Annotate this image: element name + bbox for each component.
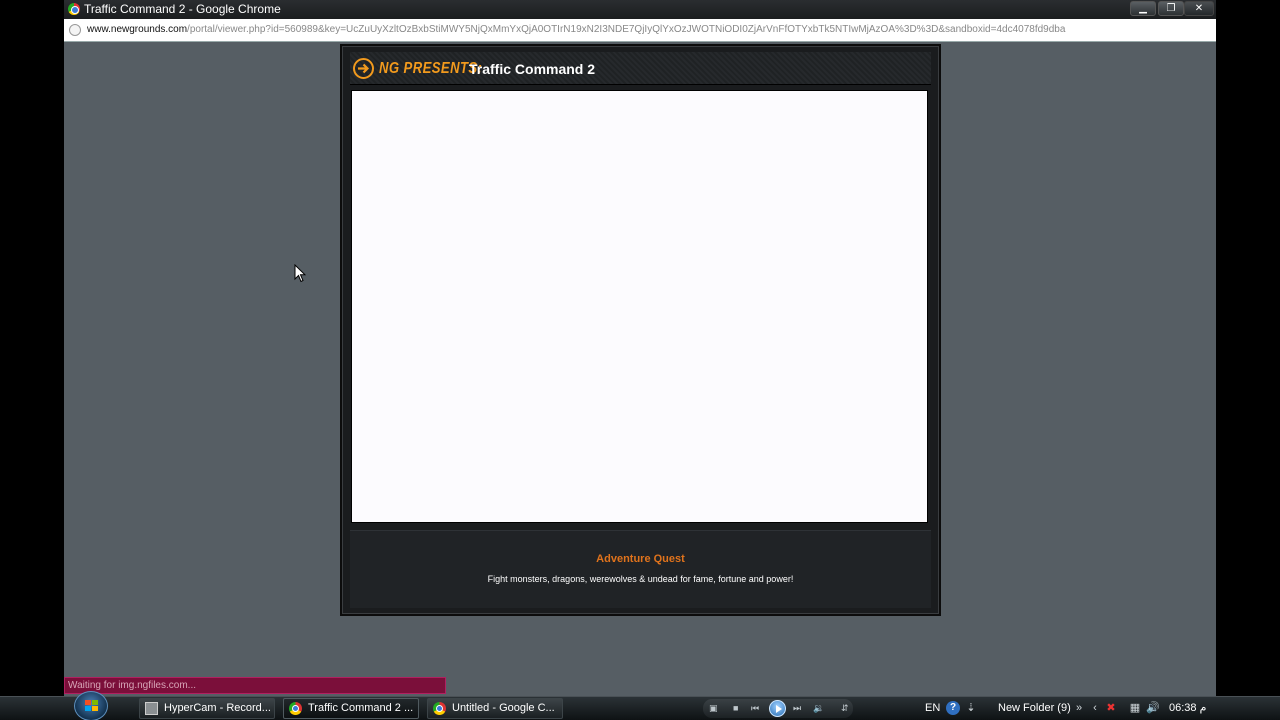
game-title: Traffic Command 2 bbox=[469, 61, 596, 77]
url-field[interactable]: www.newgrounds.com/portal/viewer.php?id=… bbox=[87, 24, 1207, 36]
network-icon[interactable]: ▦ bbox=[1128, 701, 1142, 715]
taskbar-item-label: Traffic Command 2 ... bbox=[308, 702, 414, 714]
new-folder-toolbar[interactable]: New Folder (9) bbox=[998, 701, 1071, 715]
taskbar-item-label: HyperCam - Record... bbox=[164, 702, 271, 714]
status-bar: Waiting for img.ngfiles.com... bbox=[64, 677, 446, 694]
stop-icon[interactable]: ■ bbox=[733, 703, 738, 714]
screen: Traffic Command 2 - Google Chrome ▁ ❐ ✕ … bbox=[0, 0, 1280, 720]
windows-logo-icon bbox=[85, 700, 98, 712]
next-icon[interactable]: ⏭ bbox=[793, 703, 801, 714]
start-button[interactable] bbox=[74, 691, 108, 720]
restore-icon[interactable]: ▣ bbox=[709, 703, 718, 714]
title-bar[interactable]: Traffic Command 2 - Google Chrome ▁ ❐ ✕ bbox=[64, 0, 1216, 19]
clock[interactable]: 06:38 م bbox=[1169, 701, 1206, 715]
chevron-left-icon[interactable]: ‹ bbox=[1088, 701, 1102, 715]
taskbar-item-hypercam[interactable]: HyperCam - Record... bbox=[139, 698, 275, 719]
previous-icon[interactable]: ⏮ bbox=[751, 703, 759, 714]
chrome-icon bbox=[68, 3, 80, 15]
speaker-icon[interactable]: 🔊 bbox=[1146, 701, 1160, 715]
options-icon[interactable]: ⇣ bbox=[964, 701, 978, 715]
ng-presents-label: NG PRESENTS: bbox=[379, 60, 483, 77]
promo-description: Fight monsters, dragons, werewolves & un… bbox=[487, 574, 794, 584]
address-bar[interactable]: www.newgrounds.com/portal/viewer.php?id=… bbox=[64, 19, 1216, 42]
window-title: Traffic Command 2 - Google Chrome bbox=[84, 2, 281, 16]
url-path: /portal/viewer.php?id=560989&key=UcZuUyX… bbox=[187, 24, 1066, 35]
game-canvas[interactable] bbox=[351, 90, 928, 523]
taskbar-item-traffic-command[interactable]: Traffic Command 2 ... bbox=[283, 698, 419, 719]
play-icon[interactable] bbox=[769, 700, 786, 717]
page-icon bbox=[69, 24, 81, 36]
taskbar-item-untitled[interactable]: Untitled - Google C... bbox=[427, 698, 563, 719]
close-button[interactable]: ✕ bbox=[1184, 1, 1214, 16]
maximize-button[interactable]: ❐ bbox=[1158, 1, 1184, 16]
volume-icon[interactable]: 🔉 bbox=[813, 703, 824, 714]
mouse-cursor-icon bbox=[294, 264, 306, 283]
taskbar: HyperCam - Record... Traffic Command 2 .… bbox=[0, 691, 1280, 720]
chrome-icon bbox=[433, 702, 446, 715]
media-player-toolbar[interactable]: ▣ ■ ⏮ ⏭ 🔉 ⇵ bbox=[703, 699, 853, 718]
chrome-icon bbox=[289, 702, 302, 715]
chevron-right-icon[interactable]: » bbox=[1072, 701, 1086, 715]
security-alert-icon[interactable]: ✖ bbox=[1104, 701, 1118, 715]
minimize-button[interactable]: ▁ bbox=[1130, 1, 1156, 16]
browser-window: Traffic Command 2 - Google Chrome ▁ ❐ ✕ … bbox=[64, 0, 1216, 696]
language-indicator[interactable]: EN bbox=[925, 701, 940, 715]
promo-title-link[interactable]: Adventure Quest bbox=[350, 553, 931, 565]
expand-icon[interactable]: ⇵ bbox=[841, 703, 849, 714]
ng-game-frame: NG PRESENTS: Traffic Command 2 Adventure… bbox=[340, 44, 941, 616]
help-icon[interactable]: ? bbox=[946, 701, 960, 715]
clock-suffix: م bbox=[1199, 702, 1207, 714]
url-host: www.newgrounds.com bbox=[87, 24, 188, 35]
hypercam-icon bbox=[145, 702, 158, 715]
promo-box[interactable]: Adventure Quest Fight monsters, dragons,… bbox=[350, 530, 931, 608]
clock-time: 06:38 bbox=[1169, 702, 1197, 714]
taskbar-item-label: Untitled - Google C... bbox=[452, 702, 555, 714]
arrow-right-icon[interactable] bbox=[353, 58, 374, 79]
ng-header: NG PRESENTS: Traffic Command 2 bbox=[350, 52, 931, 85]
